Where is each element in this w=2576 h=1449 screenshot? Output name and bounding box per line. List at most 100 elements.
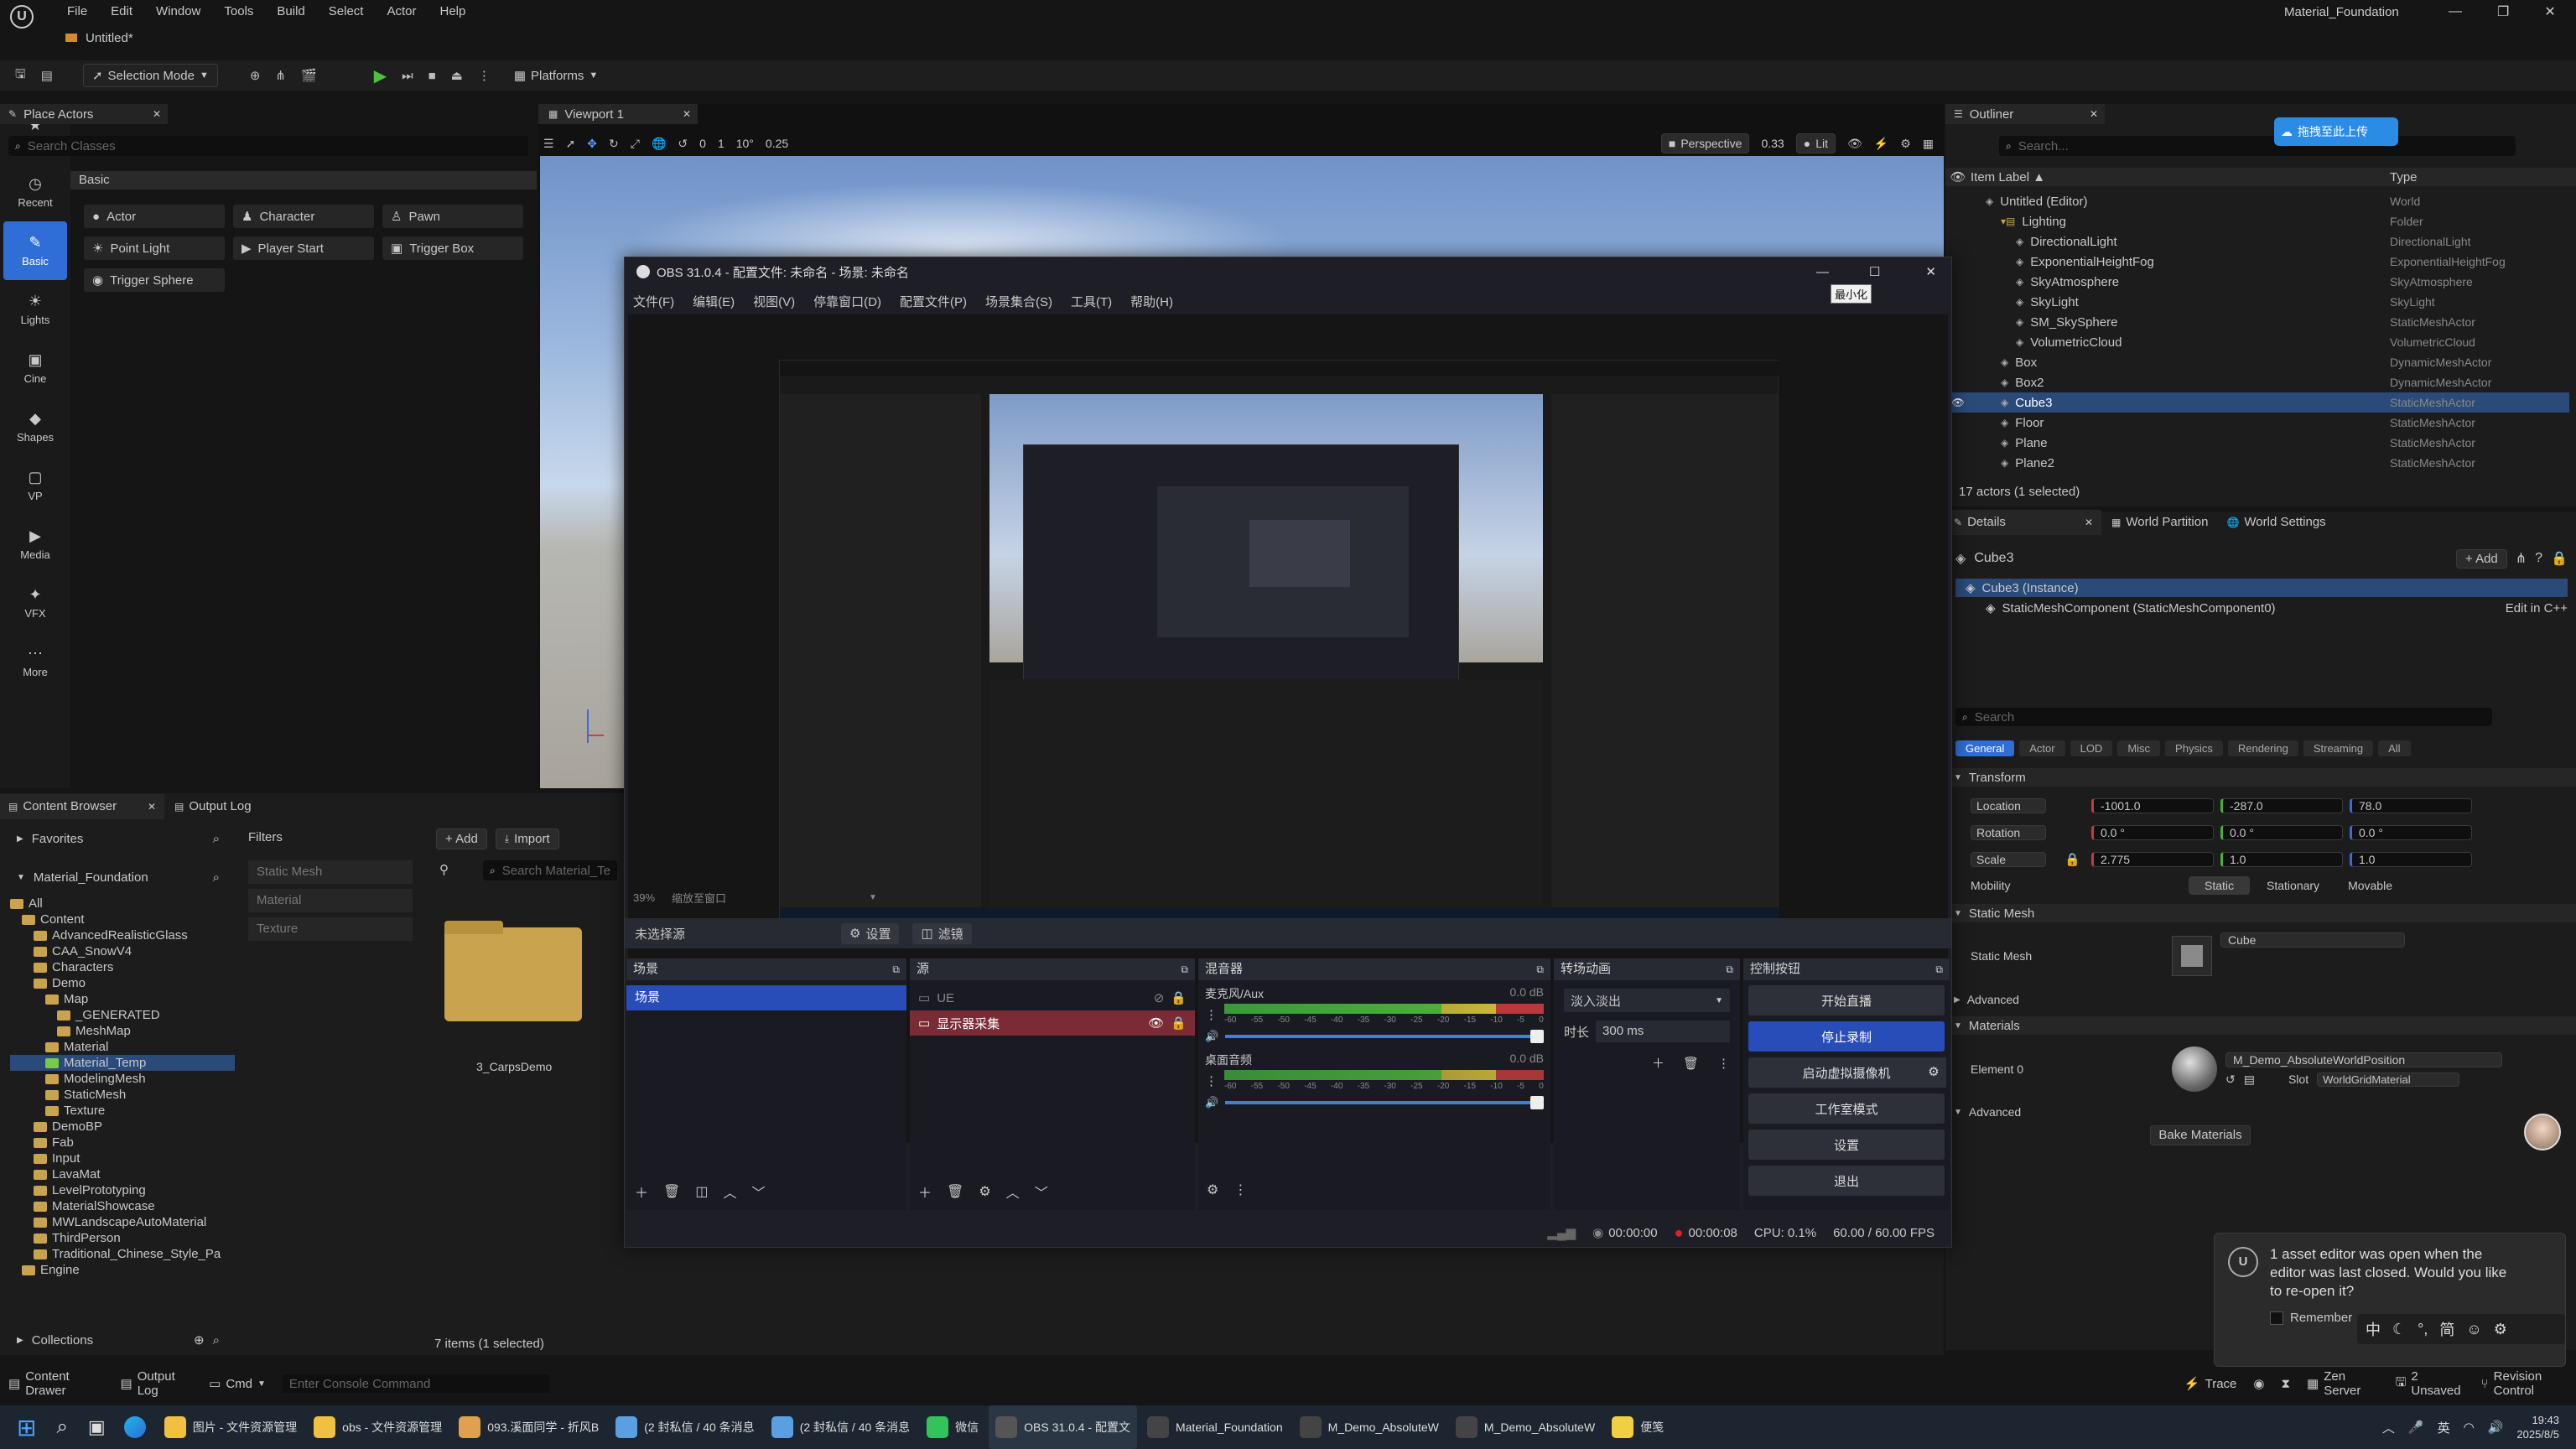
zen-server-button[interactable]: ▦ Zen Server [2307, 1369, 2379, 1398]
add-component-button[interactable]: + Add [2455, 548, 2507, 569]
lock-ratio-icon[interactable]: 🔒 [2064, 852, 2085, 867]
maximize-icon[interactable]: ☐ [1869, 264, 1880, 279]
component-instance[interactable]: ◈ Cube3 (Instance) [1955, 579, 2568, 597]
wifi-icon[interactable]: ◠ [2464, 1420, 2475, 1435]
trash-icon[interactable]: 🗑 [663, 1183, 680, 1200]
lock-icon[interactable]: 🔒 [1171, 990, 1187, 1005]
realtime-icon[interactable]: ⚡ [1874, 137, 1888, 151]
output-log-button[interactable]: ▤ Output Log [121, 1369, 193, 1398]
obs-menu-item[interactable]: 编辑(E) [693, 293, 735, 310]
mobility-static[interactable]: Static [2189, 876, 2251, 895]
obs-menu-item[interactable]: 配置文件(P) [900, 293, 967, 310]
obs-control-button[interactable]: 开始直播 [1748, 985, 1945, 1015]
obs-menu-item[interactable]: 视图(V) [753, 293, 795, 310]
folder-tree-item[interactable]: Fab [10, 1135, 235, 1150]
taskbar-app[interactable]: (2 封私信 / 40 条消息 [609, 1405, 761, 1449]
zen-icon[interactable]: ⧗ [2282, 1377, 2291, 1391]
chevron-down-icon[interactable]: ▼ [869, 893, 877, 902]
filter-physics[interactable]: Physics [2165, 740, 2223, 756]
add-icon[interactable]: ＋ [918, 1182, 932, 1202]
outliner-row[interactable]: ◈ Plane StaticMeshActor [1945, 433, 2569, 453]
material-dropdown[interactable]: M_Demo_AbsoluteWorldPosition [2225, 1052, 2502, 1067]
search-icon[interactable]: ⌕ [56, 1415, 67, 1439]
mesh-thumbnail[interactable] [2172, 936, 2212, 976]
simplified-icon[interactable]: 简 [2439, 1318, 2454, 1340]
hidden-eye-icon[interactable]: ⊘ [1154, 990, 1165, 1005]
menu-item[interactable]: File [67, 4, 87, 18]
close-tab-icon[interactable]: ✕ [153, 108, 161, 120]
folder-tree-item[interactable]: MeshMap [10, 1023, 235, 1039]
add-actor-icon[interactable]: ⊕ [250, 68, 261, 83]
add-button[interactable]: + Add [436, 828, 487, 849]
stop-icon[interactable]: ■ [428, 69, 436, 83]
viewport-tab[interactable]: ▦ Viewport 1 ✕ [538, 104, 698, 124]
outliner-search[interactable]: ⌕ Search... [1999, 136, 2516, 156]
menu-item[interactable]: Window [156, 4, 200, 18]
avatar[interactable] [2524, 1114, 2561, 1150]
undock-icon[interactable]: ⧉ [1181, 958, 1188, 980]
minimize-icon[interactable]: — [1816, 265, 1829, 279]
advanced-row-2[interactable]: ▼ Advanced [1954, 1104, 2021, 1120]
filter-all[interactable]: All [2378, 740, 2411, 756]
volume-slider[interactable] [1225, 1096, 1544, 1109]
taskbar-app[interactable]: 便笺 [1605, 1405, 1670, 1449]
trace-button[interactable]: ⚡ Trace [2184, 1376, 2236, 1392]
favorites-header[interactable]: ▶ Favorites ⌕ [0, 827, 235, 850]
actor-item[interactable]: ● Actor [84, 205, 225, 228]
filter-icon[interactable]: ◫ [695, 1183, 708, 1200]
location-x[interactable]: -1001.0 [2091, 798, 2214, 813]
surface-snap-icon[interactable]: ↺ [678, 137, 688, 151]
scale-x[interactable]: 2.775 [2091, 852, 2214, 867]
undock-icon[interactable]: ⧉ [1536, 958, 1544, 980]
add-icon[interactable]: ＋ [1652, 1054, 1665, 1072]
location-y[interactable]: -287.0 [2220, 798, 2343, 813]
filter-rendering[interactable]: Rendering [2227, 740, 2298, 756]
chevron-up-icon[interactable]: ︿ [2382, 1419, 2395, 1436]
rotation-x[interactable]: 0.0 ° [2091, 825, 2214, 840]
search-icon[interactable]: ⌕ [213, 870, 220, 885]
obs-control-button[interactable]: 设置 [1748, 1130, 1945, 1160]
static-mesh-header[interactable]: ▼ Static Mesh [1945, 904, 2576, 922]
duration-input[interactable]: 300 ms [1596, 1021, 1730, 1042]
place-actors-tab[interactable]: ✎ Place Actors ✕ [0, 104, 168, 124]
selection-mode-dropdown[interactable]: ➚ Selection Mode ▼ [82, 64, 218, 87]
scale-y[interactable]: 1.0 [2220, 852, 2343, 867]
scale-snap-value[interactable]: 0.25 [766, 137, 788, 150]
outliner-row[interactable]: ◈ DirectionalLight DirectionalLight [1945, 231, 2569, 252]
filter-lod[interactable]: LOD [2070, 740, 2113, 756]
camera-speed-value[interactable]: 1 [718, 137, 724, 150]
more-options-icon[interactable]: ⋮ [1233, 1182, 1247, 1198]
cinematics-icon[interactable]: 🎬 [301, 68, 317, 83]
translate-icon[interactable]: ✥ [587, 137, 597, 151]
more-options-icon[interactable]: ⋮ [478, 68, 491, 83]
taskbar-app[interactable]: 图片 - 文件资源管理 [158, 1405, 304, 1449]
menu-item[interactable]: Select [329, 4, 364, 18]
folder-tree-item[interactable]: All [10, 896, 235, 911]
outliner-row[interactable]: ◈ Floor StaticMeshActor [1945, 413, 2569, 433]
details-tab[interactable]: ✎ Details ✕ [1945, 510, 2101, 535]
taskbar-app[interactable]: 微信 [920, 1405, 985, 1449]
outliner-row[interactable]: ◈ Untitled (Editor) World [1945, 191, 2569, 211]
content-browser-tab[interactable]: ▤ Content Browser ✕ [0, 794, 164, 819]
outliner-row[interactable]: ◈ SkyLight SkyLight [1945, 292, 2569, 312]
folder-tree-item[interactable]: AdvancedRealisticGlass [10, 927, 235, 943]
outliner-row[interactable]: ◈ Box DynamicMeshActor [1945, 352, 2569, 372]
zoom-value[interactable]: 39% [633, 891, 655, 904]
up-icon[interactable]: ︿ [1006, 1182, 1020, 1202]
actor-item[interactable]: ♙ Pawn [382, 205, 523, 228]
folder-tree-item[interactable]: Map [10, 991, 235, 1007]
lock-icon[interactable]: 🔒 [2551, 550, 2568, 567]
perspective-dropdown[interactable]: ■ Perspective [1660, 133, 1750, 153]
taskbar-app[interactable]: (2 封私信 / 40 条消息 [765, 1405, 917, 1449]
import-button[interactable]: ⤓ Import [495, 828, 559, 849]
outliner-row[interactable]: ▾▤ Lighting Folder [1945, 211, 2569, 231]
source-settings-button[interactable]: ⚙ 设置 [841, 922, 900, 944]
taskbar-app[interactable]: Material_Foundation [1140, 1405, 1290, 1449]
play-icon[interactable]: ▶ [374, 65, 387, 86]
folder-tree-item[interactable]: Content [10, 911, 235, 927]
moon-icon[interactable]: ☾ [2392, 1321, 2406, 1338]
world-partition-tab[interactable]: ▦ World Partition [2103, 510, 2216, 535]
menu-item[interactable]: Actor [387, 4, 416, 18]
gear-icon[interactable]: ⚙ [1207, 1182, 1218, 1198]
col-label[interactable]: Item Label ▲ [1971, 170, 2390, 184]
